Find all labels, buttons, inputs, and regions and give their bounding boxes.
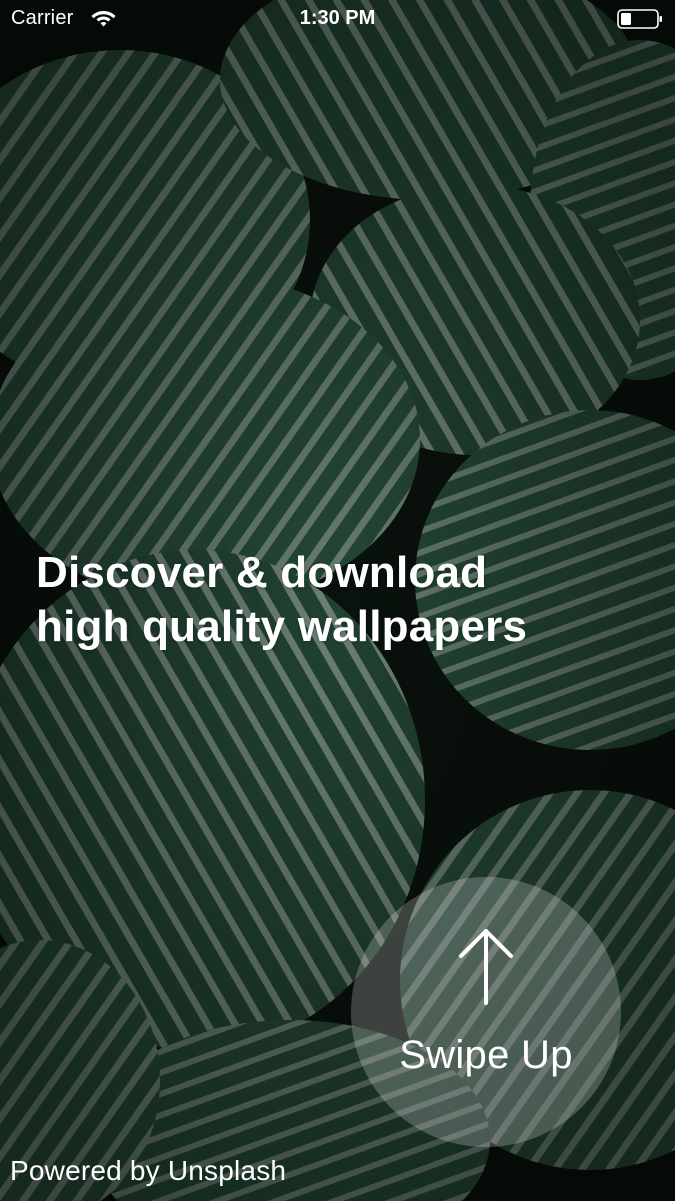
status-bar: Carrier 1:30 PM [0,0,675,40]
clock: 1:30 PM [299,7,376,29]
battery-icon [617,9,662,29]
swipe-up-button[interactable]: Swipe Up [351,877,621,1147]
swipe-up-label: Swipe Up [399,1033,573,1077]
headline: Discover & download high quality wallpap… [36,546,636,654]
arrow-up-icon [459,929,513,1005]
unsplash-credit[interactable]: Powered by Unsplash [10,1155,286,1187]
headline-line-1: Discover & download [36,548,488,597]
headline-line-2: high quality wallpapers [36,602,528,651]
